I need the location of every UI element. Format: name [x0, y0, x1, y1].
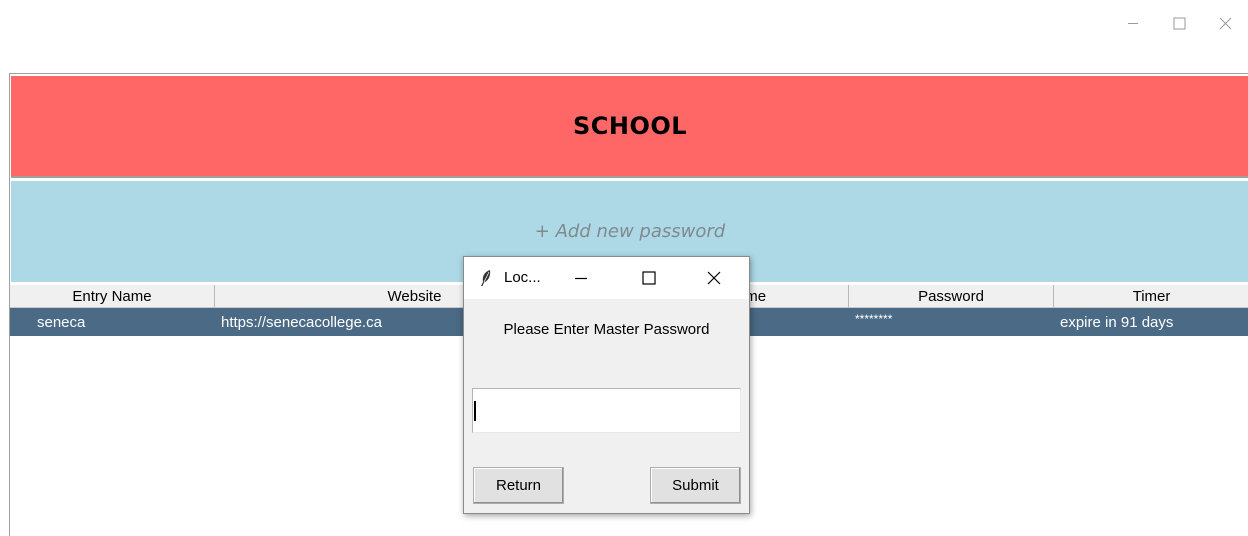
text-caret [474, 401, 476, 421]
minimize-icon [1128, 23, 1138, 24]
dialog-title: Loc... [504, 269, 541, 286]
close-button[interactable] [1202, 8, 1248, 38]
minimize-icon [575, 277, 587, 280]
submit-button[interactable]: Submit [650, 467, 741, 504]
dialog-maximize-button[interactable] [632, 263, 666, 293]
feather-icon [481, 270, 491, 286]
master-password-input[interactable] [472, 388, 741, 433]
maximize-icon [642, 271, 656, 285]
maximize-button[interactable] [1156, 8, 1202, 38]
dialog-titlebar[interactable]: Loc... [464, 257, 749, 299]
main-window: SCHOOL + Add new password Entry Name Web… [0, 0, 1248, 536]
column-header-timer[interactable]: Timer [1054, 285, 1248, 307]
category-title: SCHOOL [572, 112, 688, 140]
add-password-label: + Add new password [534, 221, 726, 242]
cell-timer: expire in 91 days [1060, 313, 1174, 331]
column-header-entry-name[interactable]: Entry Name [10, 285, 215, 307]
dialog-prompt: Please Enter Master Password [503, 321, 710, 338]
cell-password: ******** [855, 312, 893, 326]
cell-entry-name: seneca [37, 313, 86, 331]
dialog-minimize-button[interactable] [564, 263, 598, 293]
close-icon [1219, 17, 1231, 29]
master-password-dialog: Loc... Please Enter Master Password Retu… [463, 256, 750, 514]
column-header-password[interactable]: Password [849, 285, 1054, 307]
window-controls [1110, 8, 1248, 38]
maximize-icon [1173, 17, 1185, 29]
close-icon [707, 271, 721, 285]
minimize-button[interactable] [1110, 8, 1156, 38]
return-button[interactable]: Return [473, 467, 564, 504]
category-header: SCHOOL [11, 76, 1248, 178]
dialog-close-button[interactable] [697, 263, 731, 293]
